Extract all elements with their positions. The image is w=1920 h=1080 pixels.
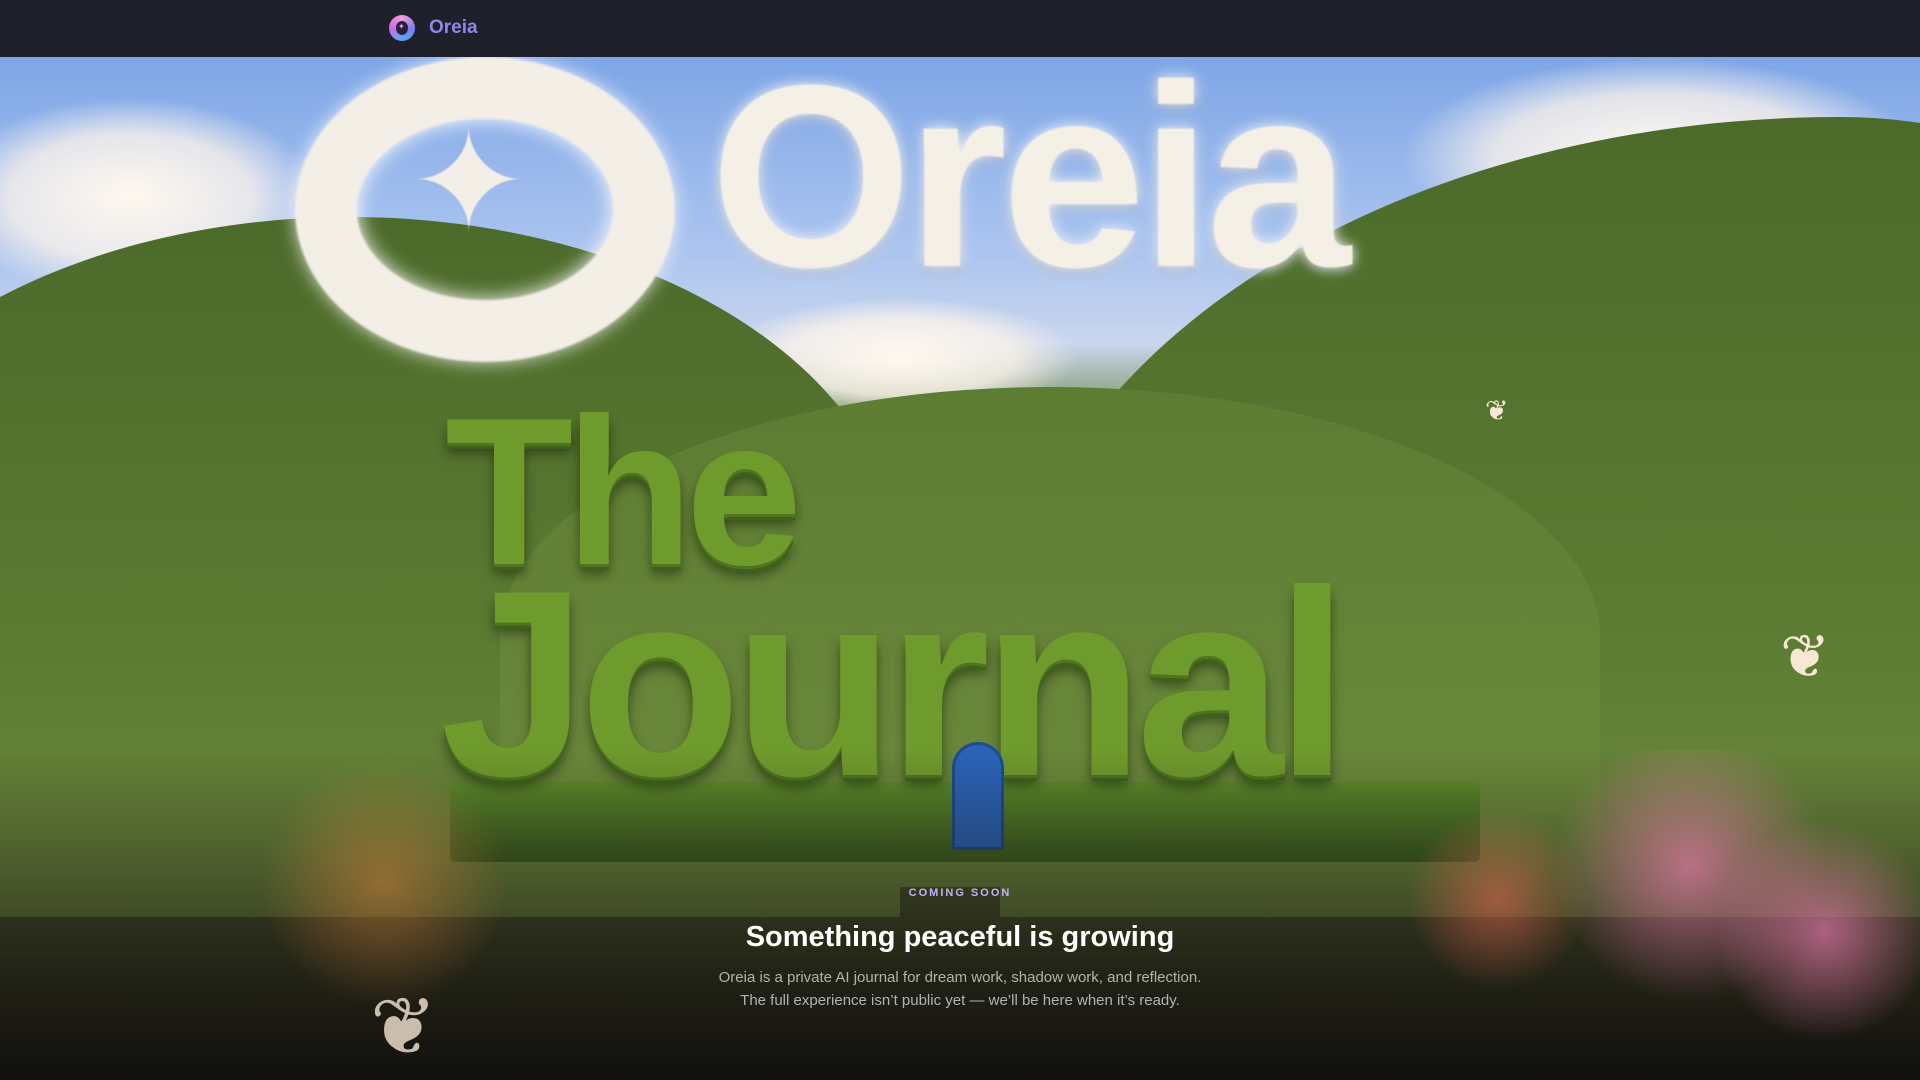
headline: Something peaceful is growing xyxy=(745,921,1175,953)
top-nav: Oreia xyxy=(0,0,1920,57)
coming-soon-label: COMING SOON xyxy=(908,887,1012,899)
butterfly-icon: ❦ xyxy=(1780,623,1831,690)
oreia-logo-icon xyxy=(389,15,415,41)
butterfly-icon: ❦ xyxy=(1485,395,1509,426)
cloud-wordmark: Oreia xyxy=(710,57,1351,322)
brand-home-link[interactable]: Oreia xyxy=(389,15,478,41)
coming-soon-section: COMING SOON Something peaceful is growin… xyxy=(0,887,1920,1012)
description: Oreia is a private AI journal for dream … xyxy=(0,966,1920,1012)
brand-name: Oreia xyxy=(429,17,478,38)
cloud-star-icon: ✦ xyxy=(410,103,528,260)
description-line-2: The full experience isn’t public yet — w… xyxy=(740,992,1180,1009)
description-line-1: Oreia is a private AI journal for dream … xyxy=(718,969,1202,986)
